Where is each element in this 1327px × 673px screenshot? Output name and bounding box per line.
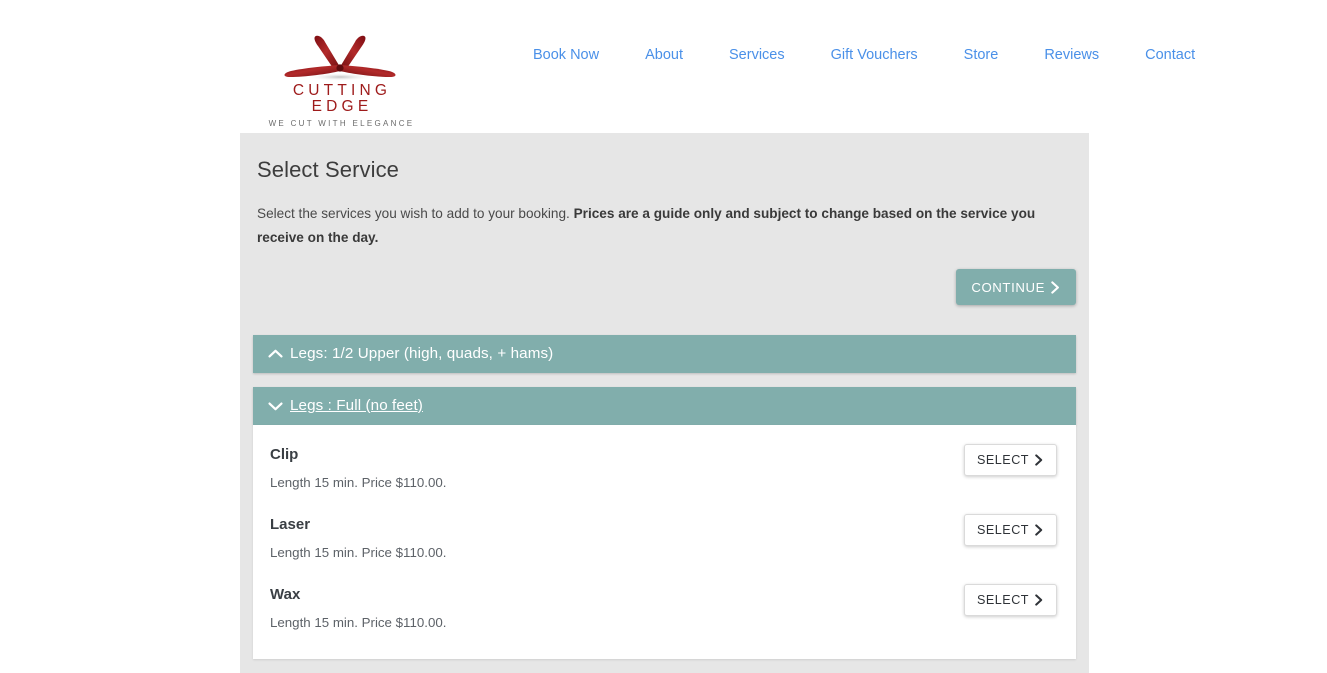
chevron-right-icon	[1034, 594, 1044, 606]
service-name: Laser	[270, 516, 311, 533]
accordion-title: Legs : Full (no feet)	[290, 397, 423, 414]
nav-link-services[interactable]: Services	[706, 46, 808, 65]
chevron-right-icon	[1034, 454, 1044, 466]
chevron-down-icon	[267, 400, 284, 412]
select-button-label: SELECT	[977, 523, 1029, 537]
service-info: Clip Length 15 min. Price $110.00.	[270, 442, 446, 493]
nav-link-reviews[interactable]: Reviews	[1021, 46, 1122, 65]
accordion-body: Clip Length 15 min. Price $110.00. SELEC…	[253, 425, 1076, 659]
chevron-right-icon	[1034, 524, 1044, 536]
chevron-right-icon	[1050, 280, 1061, 294]
select-button[interactable]: SELECT	[964, 514, 1057, 546]
select-button-label: SELECT	[977, 453, 1029, 467]
service-name: Wax	[270, 586, 301, 603]
accordion-section-legs-half-upper: Legs: 1/2 Upper (high, quads, + hams)	[253, 335, 1076, 373]
accordion-header-legs-full-no-feet[interactable]: Legs : Full (no feet)	[253, 387, 1076, 425]
select-button[interactable]: SELECT	[964, 444, 1057, 476]
site-header: CUTTING EDGE WE CUT WITH ELEGANCE Book N…	[0, 0, 1327, 130]
service-name: Clip	[270, 446, 299, 463]
service-row: Laser Length 15 min. Price $110.00. SELE…	[270, 509, 1059, 579]
service-meta: Length 15 min. Price $110.00.	[270, 615, 447, 630]
panel-description-plain: Select the services you wish to add to y…	[257, 206, 574, 221]
panel-description: Select the services you wish to add to y…	[257, 202, 1072, 250]
continue-button[interactable]: CONTINUE	[956, 269, 1076, 305]
service-accordion: Legs: 1/2 Upper (high, quads, + hams) Le…	[240, 305, 1089, 659]
scissors-logo-icon	[284, 35, 396, 81]
nav-link-contact[interactable]: Contact	[1122, 46, 1218, 65]
site-logo[interactable]: CUTTING EDGE WE CUT WITH ELEGANCE	[256, 30, 424, 128]
page-title: Select Service	[257, 157, 400, 182]
accordion-section-legs-full-no-feet: Legs : Full (no feet) Clip Length 15 min…	[253, 387, 1076, 659]
main-navigation: Book Now About Services Gift Vouchers St…	[510, 46, 1218, 65]
service-info: Wax Length 15 min. Price $110.00.	[270, 582, 446, 633]
select-button[interactable]: SELECT	[964, 584, 1057, 616]
select-button-label: SELECT	[977, 593, 1029, 607]
nav-link-gift-vouchers[interactable]: Gift Vouchers	[808, 46, 941, 65]
service-meta: Length 15 min. Price $110.00.	[270, 475, 447, 490]
service-row: Clip Length 15 min. Price $110.00. SELEC…	[270, 439, 1059, 509]
nav-link-about[interactable]: About	[622, 46, 706, 65]
nav-link-book-now[interactable]: Book Now	[510, 46, 622, 65]
panel-header: Select Service Select the services you w…	[240, 133, 1089, 250]
logo-wordmark: CUTTING EDGE	[292, 82, 392, 115]
booking-panel: Select Service Select the services you w…	[240, 133, 1089, 673]
continue-row: CONTINUE	[240, 250, 1089, 305]
accordion-title: Legs: 1/2 Upper (high, quads, + hams)	[290, 345, 554, 362]
chevron-up-icon	[267, 348, 284, 360]
continue-button-label: CONTINUE	[971, 279, 1045, 295]
logo-tagline: WE CUT WITH ELEGANCE	[268, 119, 415, 128]
nav-link-store[interactable]: Store	[941, 46, 1022, 65]
service-info: Laser Length 15 min. Price $110.00.	[270, 512, 446, 563]
service-meta: Length 15 min. Price $110.00.	[270, 545, 447, 560]
accordion-header-legs-half-upper[interactable]: Legs: 1/2 Upper (high, quads, + hams)	[253, 335, 1076, 373]
